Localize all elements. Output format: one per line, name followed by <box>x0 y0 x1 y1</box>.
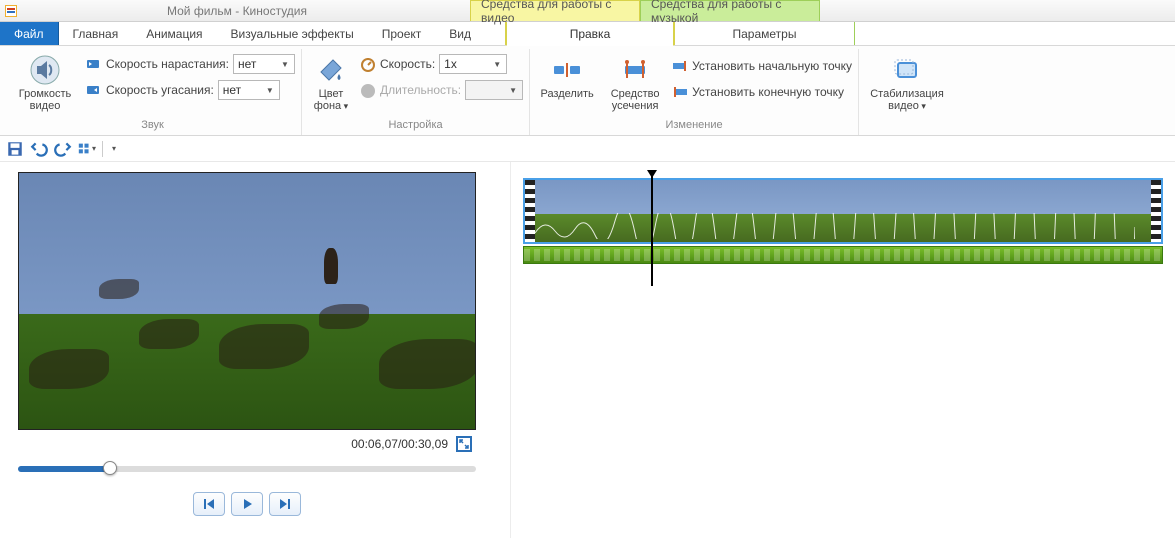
split-icon <box>551 54 583 86</box>
contextual-tab-video-tools[interactable]: Средства для работы с видео <box>470 0 640 21</box>
fade-out-row: Скорость угасания: нет▼ <box>86 79 295 101</box>
next-frame-button[interactable] <box>269 492 301 516</box>
tab-visual-effects[interactable]: Визуальные эффекты <box>217 22 368 45</box>
prev-frame-button[interactable] <box>193 492 225 516</box>
timecode: 00:06,07/00:30,09 <box>351 437 448 451</box>
duration-row: Длительность: ▼ <box>360 79 523 101</box>
app-icon <box>0 0 22 21</box>
timecode-row: 00:06,07/00:30,09 <box>18 430 476 452</box>
fullscreen-button[interactable] <box>456 436 472 452</box>
fade-out-combo[interactable]: нет▼ <box>218 80 280 100</box>
clip-waveform <box>535 213 1135 239</box>
fade-out-icon <box>86 82 102 98</box>
tab-file[interactable]: Файл <box>0 22 59 45</box>
preview-pane: 00:06,07/00:30,09 <box>0 162 510 538</box>
timeline[interactable] <box>523 178 1163 264</box>
ribbon-tab-strip: Файл Главная Анимация Визуальные эффекты… <box>0 22 1175 46</box>
duration-icon <box>360 82 376 98</box>
video-volume-button[interactable]: Громкость видео <box>10 51 80 115</box>
window-title: Мой фильм - Киностудия <box>22 0 452 21</box>
fade-in-row: Скорость нарастания: нет▼ <box>86 53 295 75</box>
ribbon-group-edit: Разделить Средство усечения Установить н… <box>530 49 859 135</box>
timeline-pane <box>510 162 1175 538</box>
audio-track[interactable] <box>523 246 1163 264</box>
tab-project[interactable]: Проект <box>368 22 436 45</box>
save-button[interactable] <box>6 140 24 158</box>
title-bar: Мой фильм - Киностудия Средства для рабо… <box>0 0 1175 22</box>
tab-edit[interactable]: Правка <box>506 22 674 46</box>
stabilize-video-button[interactable]: Стабилизация видео <box>865 51 949 115</box>
fade-in-icon <box>86 56 102 72</box>
tab-animation[interactable]: Анимация <box>132 22 216 45</box>
playhead[interactable] <box>651 172 653 286</box>
video-clip[interactable] <box>535 180 1151 242</box>
ribbon-group-sound: Громкость видео Скорость нарастания: нет… <box>4 49 302 135</box>
set-start-point-button[interactable]: Установить начальную точку <box>672 55 852 77</box>
film-sprocket-right <box>1151 180 1161 242</box>
film-sprocket-left <box>525 180 535 242</box>
tab-home[interactable]: Главная <box>59 22 133 45</box>
quick-access-toolbar: ▾ ▾ <box>0 136 1175 162</box>
workspace: 00:06,07/00:30,09 <box>0 162 1175 538</box>
tab-options[interactable]: Параметры <box>675 22 854 45</box>
ribbon-group-stabilize: Стабилизация видео <box>859 49 955 135</box>
trim-tool-button[interactable]: Средство усечения <box>604 51 666 115</box>
paint-bucket-icon <box>315 54 347 86</box>
video-track[interactable] <box>523 178 1163 244</box>
seek-bar[interactable] <box>18 466 476 472</box>
ribbon: Громкость видео Скорость нарастания: нет… <box>0 46 1175 136</box>
contextual-tab-music-tools[interactable]: Средства для работы с музыкой <box>640 0 820 21</box>
fade-in-combo[interactable]: нет▼ <box>233 54 295 74</box>
qat-customize-button[interactable]: ▾ <box>109 140 119 158</box>
video-preview[interactable] <box>18 172 476 430</box>
transport-controls <box>18 492 476 516</box>
ribbon-group-settings: Цвет фона Скорость: 1x▼ Длительност <box>302 49 530 135</box>
redo-button[interactable] <box>54 140 72 158</box>
thumbnail-size-button[interactable]: ▾ <box>78 140 96 158</box>
play-button[interactable] <box>231 492 263 516</box>
speed-icon <box>360 56 376 72</box>
duration-combo: ▼ <box>465 80 523 100</box>
undo-button[interactable] <box>30 140 48 158</box>
stabilize-icon <box>891 54 923 86</box>
speaker-icon <box>29 54 61 86</box>
set-end-icon <box>672 84 688 100</box>
background-color-button[interactable]: Цвет фона <box>308 51 354 115</box>
trim-icon <box>619 54 651 86</box>
set-end-point-button[interactable]: Установить конечную точку <box>672 81 852 103</box>
set-start-icon <box>672 58 688 74</box>
split-button[interactable]: Разделить <box>536 51 598 103</box>
speed-row: Скорость: 1x▼ <box>360 53 523 75</box>
tab-view[interactable]: Вид <box>435 22 485 45</box>
speed-combo[interactable]: 1x▼ <box>439 54 507 74</box>
